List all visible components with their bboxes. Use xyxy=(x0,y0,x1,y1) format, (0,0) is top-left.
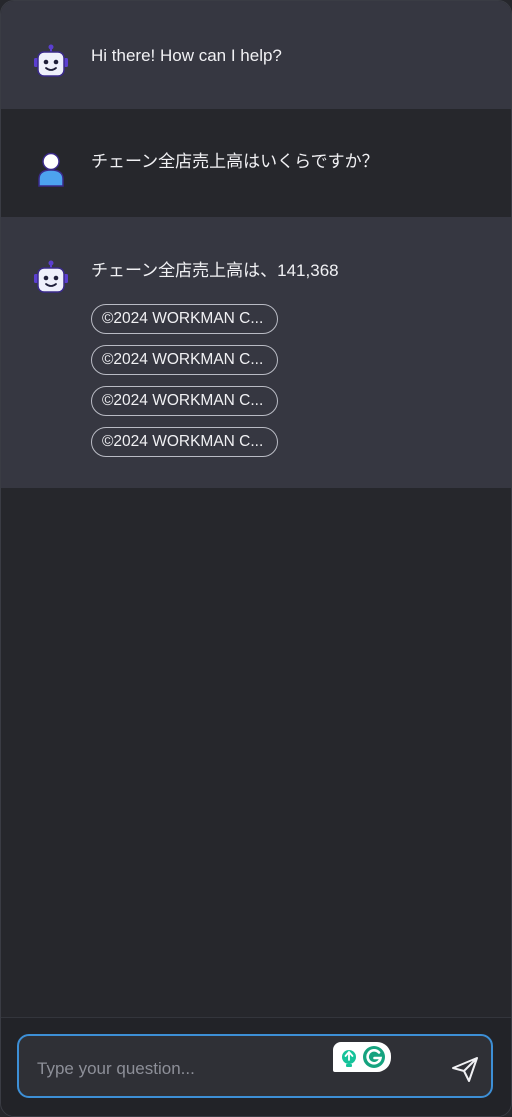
source-chip[interactable]: ©2024 WORKMAN C... xyxy=(91,386,278,416)
send-icon[interactable] xyxy=(449,1054,481,1084)
message-text: Hi there! How can I help? xyxy=(91,46,282,65)
bot-message: チェーン全店売上高は、141,368 ©2024 WORKMAN C... ©2… xyxy=(1,217,511,488)
robot-icon xyxy=(34,44,68,77)
chat-window: Hi there! How can I help? チェーン全店売上高はいくらで… xyxy=(0,0,512,1117)
message-text: チェーン全店売上高は、141,368 xyxy=(91,261,339,280)
question-input[interactable] xyxy=(35,1054,339,1084)
message-text: チェーン全店売上高はいくらですか？ xyxy=(91,152,379,171)
source-list: ©2024 WORKMAN C... ©2024 WORKMAN C... ©2… xyxy=(91,304,278,468)
source-chip[interactable]: ©2024 WORKMAN C... xyxy=(91,304,278,334)
source-chip[interactable]: ©2024 WORKMAN C... xyxy=(91,345,278,375)
composer-bar xyxy=(1,1017,511,1116)
robot-icon xyxy=(34,260,68,293)
bot-message: Hi there! How can I help? xyxy=(1,1,511,109)
source-chip[interactable]: ©2024 WORKMAN C... xyxy=(91,427,278,457)
question-input-box[interactable] xyxy=(17,1034,493,1098)
user-icon xyxy=(38,152,64,187)
user-message: チェーン全店売上高はいくらですか？ xyxy=(1,109,511,217)
grammarly-icon[interactable] xyxy=(333,1042,391,1072)
